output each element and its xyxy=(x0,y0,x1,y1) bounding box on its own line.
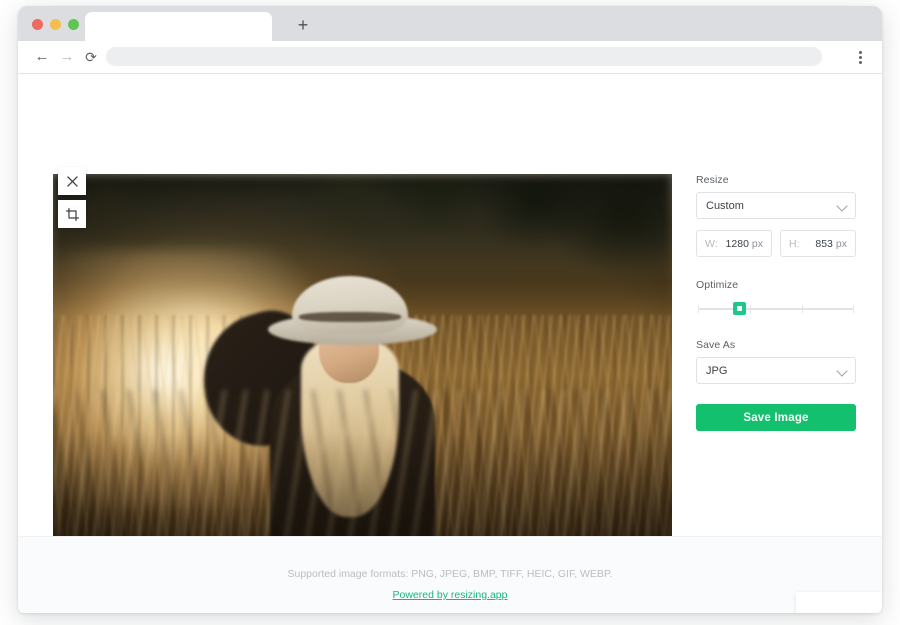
width-label: W: xyxy=(705,237,718,250)
crop-icon xyxy=(65,207,79,221)
minimize-window-button[interactable] xyxy=(50,19,61,30)
image-editor: Resize Custom W: 1280 px H: 853 px Optim… xyxy=(18,74,882,590)
browser-window: + ← → ⟳ Resize Custom W: 1280 px H: 853 … xyxy=(18,6,882,613)
slider-tick xyxy=(698,305,699,313)
powered-by-link[interactable]: Powered by resizing.app xyxy=(393,589,508,601)
back-arrow-icon[interactable]: ← xyxy=(31,46,53,68)
chevron-down-icon xyxy=(836,200,848,212)
format-value: JPG xyxy=(706,364,728,377)
save-image-button[interactable]: Save Image xyxy=(696,404,856,431)
optimize-slider[interactable] xyxy=(696,301,856,317)
page-viewport: Resize Custom W: 1280 px H: 853 px Optim… xyxy=(18,74,882,613)
slider-tick xyxy=(802,305,803,313)
crop-tool-button[interactable] xyxy=(58,200,86,228)
optimize-label: Optimize xyxy=(696,279,739,291)
supported-formats-text: Supported image formats: PNG, JPEG, BMP,… xyxy=(287,568,613,580)
chevron-down-icon xyxy=(836,365,848,377)
slider-track xyxy=(698,308,854,310)
floating-widget[interactable] xyxy=(796,592,882,613)
height-input[interactable]: H: 853 px xyxy=(780,230,856,257)
close-icon xyxy=(66,175,78,187)
save-as-section: Save As JPG xyxy=(696,339,856,384)
resize-preset-value: Custom xyxy=(706,199,744,212)
height-label: H: xyxy=(789,237,800,250)
resize-label: Resize xyxy=(696,174,729,186)
save-as-label: Save As xyxy=(696,339,736,351)
height-value: 853 xyxy=(815,237,833,250)
window-controls xyxy=(32,19,79,30)
three-dot-menu-icon[interactable] xyxy=(851,46,869,68)
controls-panel: Resize Custom W: 1280 px H: 853 px Optim… xyxy=(696,174,856,431)
resize-section: Resize Custom W: 1280 px H: 853 px xyxy=(696,174,856,257)
width-input[interactable]: W: 1280 px xyxy=(696,230,772,257)
height-unit: px xyxy=(835,237,847,250)
format-select[interactable]: JPG xyxy=(696,357,856,384)
slider-thumb[interactable] xyxy=(732,302,746,315)
photo-vignette xyxy=(53,174,672,590)
width-unit: px xyxy=(751,237,763,250)
page-footer: Supported image formats: PNG, JPEG, BMP,… xyxy=(18,536,882,613)
close-image-button[interactable] xyxy=(58,167,86,195)
forward-arrow-icon[interactable]: → xyxy=(56,46,78,68)
reload-icon[interactable]: ⟳ xyxy=(80,46,102,68)
slider-tick xyxy=(750,305,751,313)
tab-strip: + xyxy=(18,6,882,41)
slider-tick xyxy=(853,305,854,313)
address-bar[interactable] xyxy=(106,47,822,66)
maximize-window-button[interactable] xyxy=(68,19,79,30)
browser-tab[interactable] xyxy=(85,12,272,41)
image-preview[interactable] xyxy=(53,174,672,590)
width-value: 1280 xyxy=(725,237,749,250)
dimension-inputs: W: 1280 px H: 853 px xyxy=(696,230,856,257)
optimize-section: Optimize xyxy=(696,279,856,317)
browser-toolbar: ← → ⟳ xyxy=(18,41,882,74)
resize-preset-select[interactable]: Custom xyxy=(696,192,856,219)
close-window-button[interactable] xyxy=(32,19,43,30)
new-tab-button[interactable]: + xyxy=(291,15,315,37)
